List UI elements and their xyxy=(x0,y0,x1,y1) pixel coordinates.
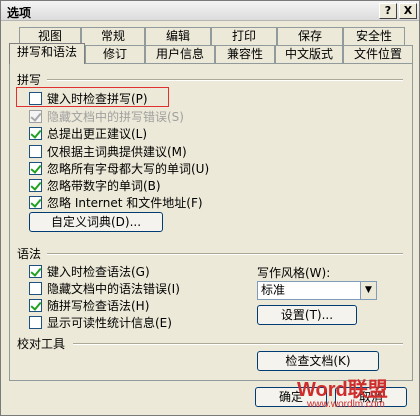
hide-grammar-errors[interactable]: 隐藏文档中的语法错误(I) xyxy=(29,280,180,296)
tab-edit[interactable]: 编辑 xyxy=(145,27,211,45)
title-bar: 选项 ? X xyxy=(1,1,419,21)
option-label: 忽略带数字的单词(B) xyxy=(47,178,161,193)
hide-spelling-errors[interactable]: 隐藏文档中的拼写错误(S) xyxy=(29,108,184,124)
option-label: 仅根据主词典提供建议(M) xyxy=(47,144,187,159)
close-button[interactable]: X xyxy=(399,3,417,19)
tab-compatibility[interactable]: 兼容性 xyxy=(215,45,275,63)
tab-general[interactable]: 常规 xyxy=(81,27,145,45)
checkbox[interactable] xyxy=(29,264,42,278)
option-label: 隐藏文档中的拼写错误(S) xyxy=(47,109,184,124)
ignore-uppercase-words[interactable]: 忽略所有字母都大写的单词(U) xyxy=(29,160,209,176)
help-button[interactable]: ? xyxy=(379,3,397,19)
checkbox[interactable] xyxy=(29,315,42,329)
tab-asian-typography[interactable]: 中文版式 xyxy=(275,45,343,63)
tab-security[interactable]: 安全性 xyxy=(343,27,405,45)
checkbox[interactable] xyxy=(29,144,42,158)
option-label: 随拼写检查语法(H) xyxy=(47,298,150,313)
spelling-separator xyxy=(47,79,403,81)
checkbox[interactable] xyxy=(29,178,42,192)
writing-style-value: 标准 xyxy=(261,283,286,297)
writing-style-label: 写作风格(W): xyxy=(257,266,331,280)
spelling-group-label: 拼写 xyxy=(17,73,42,87)
watermark-url: www.wordlm.com xyxy=(307,399,385,410)
option-label: 忽略 Internet 和文件地址(F) xyxy=(47,195,203,210)
grammar-separator xyxy=(47,253,403,255)
checkbox[interactable] xyxy=(29,195,42,209)
tab-print[interactable]: 打印 xyxy=(211,27,277,45)
check-document-button[interactable]: 检查文档(K) xyxy=(257,351,379,371)
grammar-settings-button[interactable]: 设置(T)... xyxy=(257,305,357,325)
check-grammar-as-you-type[interactable]: 键入时检查语法(G) xyxy=(29,263,150,279)
checkbox[interactable] xyxy=(29,161,42,175)
checkbox[interactable] xyxy=(29,126,42,140)
option-label: 总提出更正建议(L) xyxy=(47,126,148,141)
chevron-down-icon[interactable]: ▼ xyxy=(360,282,376,299)
checkbox[interactable] xyxy=(29,298,42,312)
show-readability-statistics[interactable]: 显示可读性统计信息(E) xyxy=(29,314,172,330)
custom-dictionaries-button[interactable]: 自定义词典(D)... xyxy=(29,212,163,232)
checkbox[interactable] xyxy=(29,281,42,295)
option-label: 隐藏文档中的语法错误(I) xyxy=(47,281,180,296)
proofing-tools-label: 校对工具 xyxy=(17,337,66,351)
tab-spelling-grammar[interactable]: 拼写和语法 xyxy=(9,43,85,64)
options-dialog: 选项 ? X 视图 常规 编辑 打印 保存 安全性 拼写和语法 修订 用户信息 … xyxy=(0,0,420,416)
proofing-separator xyxy=(73,343,403,345)
writing-style-select[interactable]: 标准 ▼ xyxy=(257,281,377,300)
always-suggest-corrections[interactable]: 总提出更正建议(L) xyxy=(29,125,147,141)
dialog-title: 选项 xyxy=(7,6,32,20)
grammar-group-label: 语法 xyxy=(17,247,42,261)
tab-save[interactable]: 保存 xyxy=(277,27,343,45)
tab-track-changes[interactable]: 修订 xyxy=(85,45,145,63)
ignore-words-with-numbers[interactable]: 忽略带数字的单词(B) xyxy=(29,177,161,193)
watermark-logo: Word联盟 xyxy=(297,379,388,401)
checkbox[interactable] xyxy=(29,109,42,123)
option-label: 忽略所有字母都大写的单词(U) xyxy=(47,161,210,176)
option-label: 显示可读性统计信息(E) xyxy=(47,315,172,330)
check-grammar-with-spelling[interactable]: 随拼写检查语法(H) xyxy=(29,297,149,313)
tab-user-info[interactable]: 用户信息 xyxy=(145,45,215,63)
tab-file-locations[interactable]: 文件位置 xyxy=(343,45,413,63)
option-label: 键入时检查语法(G) xyxy=(47,264,150,279)
highlight-box xyxy=(16,87,169,107)
suggest-from-main-dictionary-only[interactable]: 仅根据主词典提供建议(M) xyxy=(29,143,187,159)
ignore-internet-file-addresses[interactable]: 忽略 Internet 和文件地址(F) xyxy=(29,194,203,210)
